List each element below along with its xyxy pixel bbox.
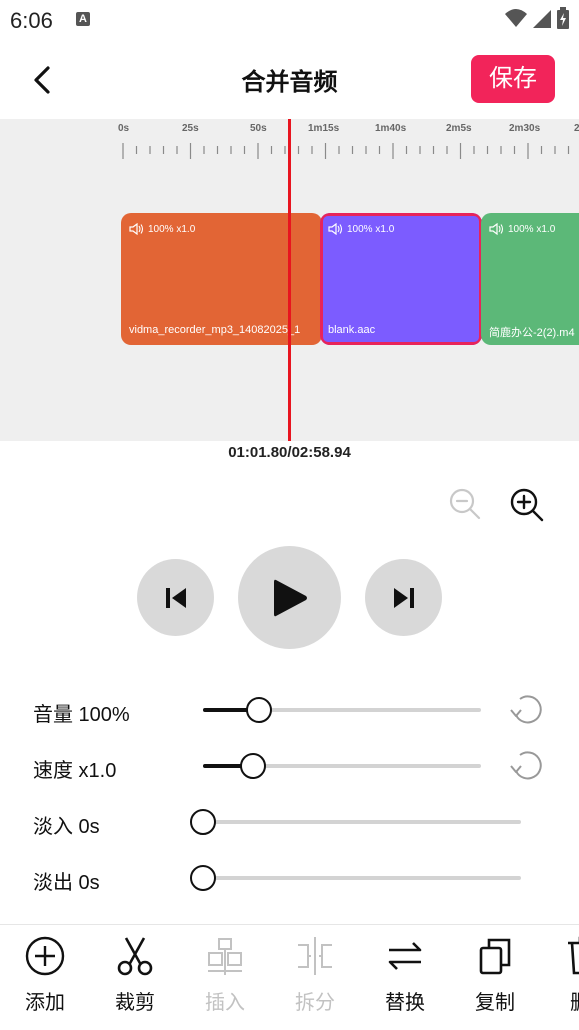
fade-out-slider[interactable] [190, 865, 521, 891]
signal-icon [533, 10, 551, 28]
tick-label: 2m30s [509, 123, 541, 134]
insert-button[interactable]: 插入 [180, 925, 270, 1030]
volume-label: 音量 100% [33, 704, 130, 726]
tick-label: 1m40s [375, 123, 407, 134]
tick-label: 0s [118, 123, 130, 134]
tool-label: 复制 [475, 992, 515, 1014]
notification-icon: A [76, 12, 90, 26]
tool-label: 替换 [385, 992, 425, 1014]
battery-icon [557, 7, 569, 29]
previous-button[interactable] [137, 559, 214, 636]
reset-speed-icon[interactable] [508, 747, 544, 783]
speed-slider-thumb[interactable] [240, 753, 266, 779]
skip-previous-icon [165, 587, 186, 608]
bottom-toolbar: 添加 裁剪 插入 拆分 替换 复制 删 [0, 924, 579, 1030]
zoom-out-button[interactable] [448, 487, 482, 521]
audio-clip-selected[interactable]: 100% x1.0 blank.aac [320, 213, 482, 345]
speaker-icon [328, 223, 343, 235]
fade-in-slider[interactable] [190, 809, 521, 835]
status-icons [505, 7, 569, 29]
copy-button[interactable]: 复制 [450, 925, 540, 1030]
clip-meta: 100% x1.0 [489, 223, 555, 235]
clip-meta-text: 100% x1.0 [148, 223, 196, 235]
tool-label: 拆分 [295, 992, 335, 1014]
volume-slider-thumb[interactable] [246, 697, 272, 723]
clip-meta-text: 100% x1.0 [508, 223, 556, 235]
insert-icon [208, 938, 242, 975]
split-icon [298, 937, 332, 975]
tick-label: 25s [182, 123, 199, 134]
zoom-out-icon [449, 488, 481, 520]
audio-clip[interactable]: 100% x1.0 vidma_recorder_mp3_14082025_1 [121, 213, 322, 345]
tick-label: 50s [250, 123, 267, 134]
audio-clip[interactable]: 100% x1.0 简鹿办公-2(2).m4 [481, 213, 579, 345]
tick-label: 2m5s [446, 123, 472, 134]
scissors-icon [117, 937, 153, 976]
fade-in-slider-thumb[interactable] [190, 809, 216, 835]
tool-label: 插入 [205, 992, 245, 1014]
tool-label: 删 [570, 986, 579, 1015]
play-icon [273, 579, 307, 616]
split-button[interactable]: 拆分 [270, 925, 360, 1030]
playhead[interactable] [288, 119, 291, 441]
delete-icon [568, 936, 579, 975]
zoom-in-button[interactable] [509, 487, 545, 523]
clip-meta-text: 100% x1.0 [347, 223, 395, 235]
reset-volume-icon[interactable] [508, 691, 544, 727]
next-button[interactable] [365, 559, 442, 636]
speed-label: 速度 x1.0 [33, 760, 117, 782]
clip-name: blank.aac [328, 324, 376, 336]
speaker-icon [129, 223, 144, 235]
speaker-icon [489, 223, 504, 235]
skip-next-icon [393, 587, 414, 608]
delete-button[interactable]: 删 [540, 925, 579, 1030]
time-readout: 01:01.80/02:58.94 [228, 444, 351, 461]
speed-slider[interactable] [203, 753, 481, 779]
fade-out-slider-thumb[interactable] [190, 865, 216, 891]
clip-meta: 100% x1.0 [328, 223, 394, 235]
replace-button[interactable]: 替换 [360, 925, 450, 1030]
tool-label: 添加 [25, 992, 65, 1014]
clip-name: 简鹿办公-2(2).m4 [489, 327, 575, 339]
tick-label: 1m15s [308, 123, 340, 134]
volume-slider[interactable] [203, 697, 481, 723]
fade-out-label: 淡出 0s [33, 872, 100, 894]
add-circle-icon [25, 936, 65, 976]
save-button[interactable]: 保存 [471, 55, 555, 103]
copy-icon [479, 938, 511, 975]
clip-meta: 100% x1.0 [129, 223, 195, 235]
trim-button[interactable]: 裁剪 [90, 925, 180, 1030]
tick-label: 2 [574, 123, 579, 134]
tool-label: 裁剪 [115, 992, 155, 1014]
status-time: 6:06 [10, 8, 53, 33]
replace-icon [388, 942, 422, 970]
wifi-icon [505, 9, 527, 27]
clip-name: vidma_recorder_mp3_14082025_1 [129, 324, 301, 336]
fade-in-label: 淡入 0s [33, 816, 100, 838]
play-button[interactable] [238, 546, 341, 649]
add-button[interactable]: 添加 [0, 925, 90, 1030]
zoom-in-icon [510, 488, 544, 522]
